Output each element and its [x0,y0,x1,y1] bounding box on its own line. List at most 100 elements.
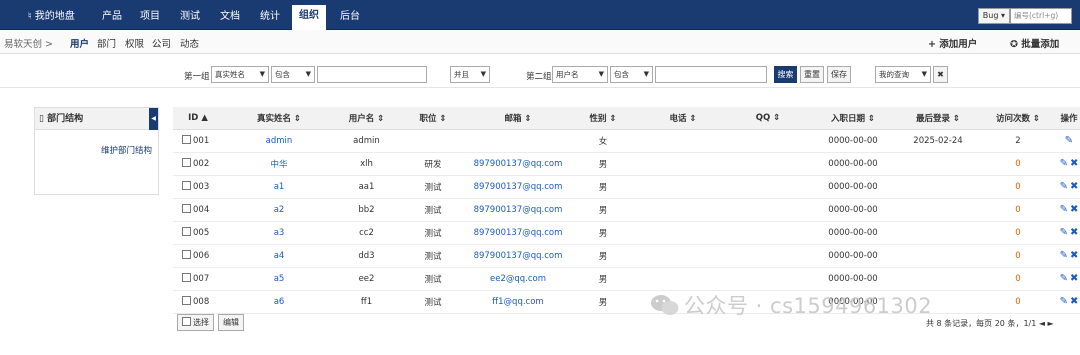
batch-add-button[interactable]: ✪ 批量添加 [1010,36,1059,50]
search-button[interactable]: 搜索 [774,66,797,83]
column-header-3[interactable]: 职位 ⇕ [398,107,468,130]
cell-realname-value[interactable]: a1 [274,182,285,192]
column-header-1[interactable]: 真实姓名 ⇕ [223,107,335,130]
subnav-item-2[interactable]: 权限 [125,36,144,50]
delete-icon[interactable]: ✖ [1070,250,1078,261]
cell-realname[interactable]: a6 [223,290,335,314]
column-header-6[interactable]: 电话 ⇕ [638,107,728,130]
edit-icon[interactable]: ✎ [1060,181,1068,192]
edit-icon[interactable]: ✎ [1060,204,1068,215]
cell-realname-value[interactable]: a4 [274,251,285,261]
cell-realname[interactable]: a5 [223,267,335,291]
breadcrumb[interactable]: 易软天创 > [4,36,53,50]
cell-realname[interactable]: a1 [223,175,335,199]
edit-icon[interactable]: ✎ [1065,135,1073,146]
column-header-10[interactable]: 访问次数 ⇕ [978,107,1058,130]
and-or-select[interactable]: 并且 ▼ [450,66,490,83]
bug-id-input[interactable]: 编号(ctrl+g) [1010,7,1072,24]
cell-realname[interactable]: 中华 [223,152,335,176]
row-checkbox[interactable] [182,135,191,144]
my-query-select[interactable]: 我的查询 ▼ [875,66,931,83]
cell-realname-value[interactable]: a6 [274,297,285,307]
cell-email-value[interactable]: 897900137@qq.com [474,205,563,215]
subnav-item-0[interactable]: 用户 [70,36,89,50]
save-query-button[interactable]: 保存 [827,66,851,83]
cell-email-value[interactable]: 897900137@qq.com [474,182,563,192]
delete-icon[interactable]: ✖ [1070,181,1078,192]
nav-tab-6[interactable]: 组织 [292,5,326,30]
delete-icon[interactable]: ✖ [1070,227,1078,238]
group1-value-input[interactable] [317,66,427,83]
collapse-toggle[interactable]: ◀ [149,108,158,130]
row-checkbox[interactable] [182,227,191,236]
cell-email[interactable] [468,129,568,153]
group2-field-select[interactable]: 用户名 ▼ [552,66,608,83]
cell-email[interactable]: ff1@qq.com [468,290,568,314]
column-header-11[interactable]: 操作 [1058,107,1080,130]
column-header-4[interactable]: 邮箱 ⇕ [468,107,568,130]
nav-tab-1[interactable]: 产品 [95,6,129,30]
cell-email[interactable]: 897900137@qq.com [468,152,568,176]
column-header-9[interactable]: 最后登录 ⇕ [898,107,978,130]
column-header-0[interactable]: ID ▲ [173,107,223,130]
row-checkbox[interactable] [182,250,191,259]
clear-query-button[interactable]: ✖ [933,66,948,83]
cell-realname-value[interactable]: a2 [274,205,285,215]
row-checkbox[interactable] [182,296,191,305]
pager[interactable]: 共 8 条记录，每页 20 条，1/1 ◄ ► [926,318,1054,329]
column-header-7[interactable]: QQ ⇕ [728,107,808,130]
edit-icon[interactable]: ✎ [1060,227,1068,238]
cell-email[interactable]: 897900137@qq.com [468,244,568,268]
row-checkbox[interactable] [182,158,191,167]
group2-value-input[interactable] [655,66,767,83]
batch-edit-button[interactable]: 编辑 [218,314,244,331]
cell-realname-value[interactable]: admin [266,136,293,146]
cell-email-value[interactable]: 897900137@qq.com [474,228,563,238]
nav-tab-4[interactable]: 文档 [213,6,247,30]
edit-icon[interactable]: ✎ [1060,296,1068,307]
nav-tab-2[interactable]: 项目 [133,6,167,30]
nav-tab-7[interactable]: 后台 [333,6,367,30]
cell-email-value[interactable]: ff1@qq.com [492,297,543,307]
cell-email[interactable]: 897900137@qq.com [468,221,568,245]
subnav-item-3[interactable]: 公司 [152,36,171,50]
edit-icon[interactable]: ✎ [1060,273,1068,284]
nav-tab-5[interactable]: 统计 [253,6,287,30]
column-header-2[interactable]: 用户名 ⇕ [335,107,398,130]
cell-realname-value[interactable]: a3 [274,228,285,238]
delete-icon[interactable]: ✖ [1070,273,1078,284]
group1-operator-select[interactable]: 包含 ▼ [271,66,315,83]
add-user-button[interactable]: + 添加用户 [928,36,977,50]
cell-email[interactable]: ee2@qq.com [468,267,568,291]
cell-realname[interactable]: admin [223,129,335,153]
row-checkbox[interactable] [182,273,191,282]
cell-realname-value[interactable]: 中华 [270,160,287,170]
reset-button[interactable]: 重置 [800,66,824,83]
bug-type-select[interactable]: Bug ▾ [977,7,1010,24]
cell-email[interactable]: 897900137@qq.com [468,198,568,222]
column-header-5[interactable]: 性别 ⇕ [568,107,638,130]
nav-tab-3[interactable]: 测试 [173,6,207,30]
row-checkbox[interactable] [182,181,191,190]
group2-operator-select[interactable]: 包含 ▼ [610,66,653,83]
maintain-dept-link[interactable]: 维护部门结构 [101,144,152,156]
delete-icon[interactable]: ✖ [1070,158,1078,169]
edit-icon[interactable]: ✎ [1060,158,1068,169]
select-all-button[interactable]: 选择 [177,314,214,331]
group1-field-select[interactable]: 真实姓名 ▼ [211,66,269,83]
delete-icon[interactable]: ✖ [1070,204,1078,215]
delete-icon[interactable]: ✖ [1070,296,1078,307]
cell-realname[interactable]: a4 [223,244,335,268]
nav-tab-0[interactable]: ♮ 我的地盘 [21,6,82,30]
cell-email[interactable]: 897900137@qq.com [468,175,568,199]
cell-email-value[interactable]: 897900137@qq.com [474,159,563,169]
cell-realname[interactable]: a2 [223,198,335,222]
subnav-item-1[interactable]: 部门 [97,36,116,50]
cell-realname-value[interactable]: a5 [274,274,285,284]
row-checkbox[interactable] [182,204,191,213]
cell-email-value[interactable]: ee2@qq.com [490,274,546,284]
subnav-item-4[interactable]: 动态 [180,36,199,50]
column-header-8[interactable]: 入职日期 ⇕ [808,107,898,130]
edit-icon[interactable]: ✎ [1060,250,1068,261]
cell-realname[interactable]: a3 [223,221,335,245]
